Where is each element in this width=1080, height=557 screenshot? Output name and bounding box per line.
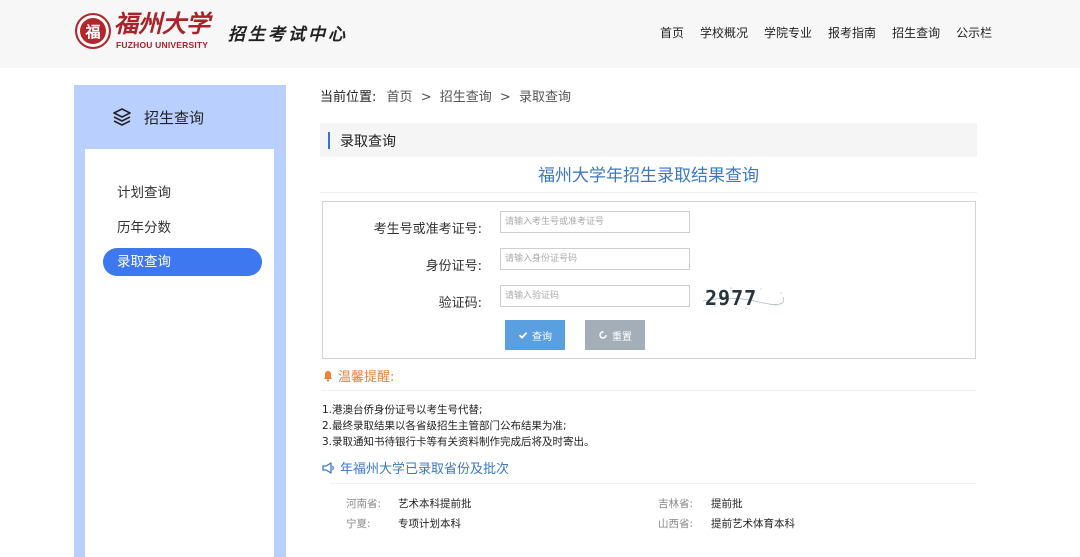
breadcrumb-current: 录取查询: [518, 90, 571, 105]
bell-icon: [323, 370, 333, 382]
breadcrumb-home[interactable]: 首页: [387, 90, 413, 105]
sidebar-title: 招生查询: [144, 108, 205, 127]
sidebar-item-past-scores[interactable]: 历年分数: [103, 214, 262, 242]
nav-school-overview[interactable]: 学校概况: [700, 24, 748, 41]
captcha-input[interactable]: [500, 285, 690, 307]
section-title-bar: 录取查询: [320, 123, 977, 157]
site-name: 招生考试中心: [228, 25, 348, 45]
breadcrumb: 当前位置: 首页 > 招生查询 > 录取查询: [320, 86, 571, 105]
check-icon: [518, 331, 528, 339]
layers-icon: [113, 108, 131, 126]
section-title: 录取查询: [340, 134, 396, 150]
sidebar-item-admission-query[interactable]: 录取查询: [103, 248, 262, 276]
page-title: 福州大学年招生录取结果查询: [538, 166, 759, 186]
tip-line: 1.港澳台侨身份证号以考生号代替;: [322, 404, 483, 416]
university-english-name: FUZHOU UNIVERSITY: [116, 40, 209, 50]
id-number-label: 身份证号:: [425, 259, 482, 274]
site-header: 福 福州大学 FUZHOU UNIVERSITY 招生考试中心 首页 学校概况 …: [0, 0, 1080, 68]
query-button-label: 查询: [532, 331, 552, 343]
reset-button[interactable]: 重置: [585, 320, 645, 350]
breadcrumb-separator: >: [499, 90, 511, 105]
breadcrumb-separator: >: [420, 90, 432, 105]
provinces-title: 年福州大学已录取省份及批次: [340, 462, 510, 477]
reset-button-label: 重置: [612, 331, 632, 343]
id-number-input[interactable]: [500, 248, 690, 270]
nav-colleges-majors[interactable]: 学院专业: [764, 24, 812, 41]
candidate-number-label: 考生号或准考证号:: [373, 222, 482, 237]
nav-application-guide[interactable]: 报考指南: [828, 24, 876, 41]
breadcrumb-admission-query[interactable]: 招生查询: [440, 90, 492, 105]
divider: [322, 390, 976, 391]
nav-bulletin[interactable]: 公示栏: [956, 24, 992, 41]
candidate-number-input[interactable]: [500, 211, 690, 233]
province-name: 宁夏:: [346, 518, 371, 530]
captcha-text: 2977: [705, 286, 757, 310]
province-batch: 艺术本科提前批: [398, 498, 472, 510]
captcha-label: 验证码:: [438, 296, 482, 311]
section-accent-line: [328, 132, 330, 149]
refresh-icon: [599, 330, 607, 339]
sidebar: 招生查询 计划查询 历年分数 录取查询: [74, 85, 286, 557]
top-nav: 首页 学校概况 学院专业 报考指南 招生查询 公示栏: [660, 24, 992, 41]
tip-line: 2.最终录取结果以各省级招生主管部门公布结果为准;: [322, 420, 567, 432]
nav-home[interactable]: 首页: [660, 24, 684, 41]
breadcrumb-label: 当前位置:: [320, 90, 377, 105]
tip-line: 3.录取通知书待银行卡等有关资料制作完成后将及时寄出。: [322, 436, 595, 448]
sidebar-menu: 计划查询 历年分数 录取查询: [85, 149, 274, 557]
sidebar-header: 招生查询: [74, 85, 286, 149]
province-batch: 专项计划本科: [398, 518, 461, 530]
university-seal-logo[interactable]: 福: [75, 13, 111, 49]
province-name: 山西省:: [658, 518, 694, 530]
province-batch: 提前批: [711, 498, 743, 510]
nav-admission-query[interactable]: 招生查询: [892, 24, 940, 41]
megaphone-icon: [322, 461, 334, 474]
province-batch: 提前艺术体育本科: [711, 518, 795, 530]
province-name: 河南省:: [346, 498, 382, 510]
admission-query-form: 考生号或准考证号: 身份证号: 验证码: 2977 查询 重置: [322, 201, 976, 359]
province-name: 吉林省:: [658, 498, 694, 510]
divider: [320, 192, 977, 193]
query-button[interactable]: 查询: [505, 320, 565, 350]
university-name-logo[interactable]: 福州大学: [114, 10, 210, 38]
tips-title: 温馨提醒:: [338, 370, 395, 385]
sidebar-item-plan-query[interactable]: 计划查询: [103, 179, 262, 207]
tips-heading: 温馨提醒:: [322, 366, 394, 385]
captcha-image[interactable]: 2977: [701, 285, 785, 311]
divider: [330, 483, 976, 484]
provinces-heading: 年福州大学已录取省份及批次: [322, 458, 509, 477]
